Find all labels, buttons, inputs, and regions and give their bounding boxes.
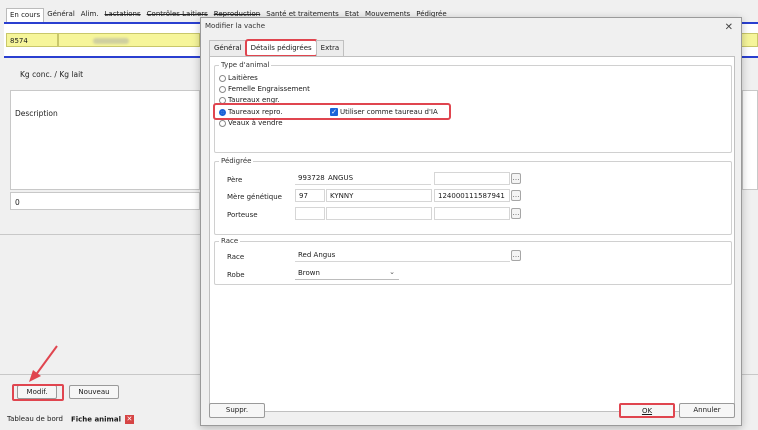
robe-value: Brown (298, 269, 320, 277)
porteuse-code-field[interactable] (295, 207, 325, 220)
pere-lookup-button[interactable]: … (511, 173, 521, 184)
suppr-button-label: Suppr. (225, 406, 249, 414)
nouveau-button[interactable]: Nouveau (69, 385, 119, 399)
type-animal-group: Type d'animal Laitières Femelle Engraiss… (213, 61, 732, 153)
pere-code-field[interactable]: 993728 (295, 172, 325, 185)
radio-femelle-engraissement[interactable]: Femelle Engraissement (219, 85, 310, 93)
tab-en-cours[interactable]: En cours (6, 8, 45, 23)
dialog-tab-bar: Général Détails pédigrées Extra (209, 39, 345, 57)
dialog-title: Modifier la vache (205, 22, 266, 30)
dialog-tab-details-pedigrees[interactable]: Détails pédigrées (244, 39, 318, 57)
annuler-button-label: Annuler (693, 406, 721, 414)
radio-veaux-a-vendre[interactable]: Veaux à vendre (219, 119, 283, 127)
tab-tableau-de-bord[interactable]: Tableau de bord (7, 415, 63, 423)
ok-button[interactable]: OK (619, 403, 675, 418)
nouveau-button-label: Nouveau (78, 388, 110, 396)
annotation-arrow (29, 345, 58, 382)
kg-conc-label: Kg conc. / Kg lait (20, 70, 84, 79)
race-lookup-button[interactable]: … (511, 250, 521, 261)
divider (0, 234, 200, 235)
animal-name-field-blurred[interactable] (58, 33, 200, 47)
radio-icon[interactable] (219, 74, 226, 82)
dialog-tab-general[interactable]: Général (209, 40, 247, 56)
dialog-body: Type d'animal Laitières Femelle Engraiss… (209, 56, 735, 412)
suppr-button[interactable]: Suppr. (209, 403, 265, 418)
pere-id-field[interactable] (434, 172, 510, 185)
radio-label: Laitières (228, 74, 258, 82)
dialog-tab-extra[interactable]: Extra (315, 40, 345, 56)
mere-name-field[interactable]: KYNNY (326, 189, 432, 202)
mere-code-field[interactable]: 97 (295, 189, 325, 202)
race-group: Race Race Red Angus … Robe Brown ⌄ (214, 237, 732, 285)
race-label: Race (227, 253, 245, 261)
radio-label: Femelle Engraissement (228, 85, 310, 93)
porteuse-lookup-button[interactable]: … (511, 208, 521, 219)
zero-value: 0 (15, 198, 20, 207)
description-panel[interactable]: Description (10, 90, 200, 190)
tab-lactations[interactable]: Lactations (102, 8, 144, 23)
modif-highlight (12, 384, 64, 401)
blurred-text (93, 38, 129, 44)
tab-alim[interactable]: Alim. (78, 8, 102, 23)
value-field[interactable]: 0 (10, 192, 200, 210)
description-panel-right (742, 90, 758, 190)
mere-genetique-label: Mère génétique (227, 193, 282, 201)
pere-name-field[interactable]: ANGUS (325, 172, 431, 185)
description-label: Description (15, 109, 58, 118)
annuler-button[interactable]: Annuler (679, 403, 735, 418)
mere-lookup-button[interactable]: … (511, 190, 521, 201)
radio-icon[interactable] (219, 85, 226, 93)
radio-icon[interactable] (219, 119, 226, 127)
modifier-vache-dialog: Modifier la vache ✕ Général Détails pédi… (200, 17, 742, 426)
tab-fiche-animal[interactable]: Fiche animal ✕ (70, 414, 134, 424)
pedigree-title: Pédigrée (219, 157, 254, 165)
mere-id-field[interactable]: 124000111587941 (434, 189, 510, 202)
chevron-down-icon: ⌄ (389, 268, 395, 276)
tab-general[interactable]: Général (44, 8, 78, 23)
ok-button-label: OK (641, 407, 653, 415)
radio-label: Veaux à vendre (228, 119, 283, 127)
type-animal-highlight (213, 103, 451, 120)
animal-id-field[interactable]: 8574 (6, 33, 58, 47)
porteuse-label: Porteuse (227, 211, 258, 219)
porteuse-name-field[interactable] (326, 207, 432, 220)
porteuse-id-field[interactable] (434, 207, 510, 220)
robe-select[interactable]: Brown ⌄ (295, 267, 399, 280)
tab-fiche-animal-label: Fiche animal (70, 415, 121, 423)
close-tab-icon[interactable]: ✕ (124, 414, 134, 424)
race-title: Race (219, 237, 241, 245)
type-animal-title: Type d'animal (219, 61, 272, 69)
close-icon[interactable]: ✕ (725, 22, 733, 33)
race-field[interactable]: Red Angus (295, 249, 510, 262)
robe-label: Robe (227, 271, 245, 279)
pedigree-group: Pédigrée Père 993728 ANGUS … Mère généti… (214, 157, 732, 235)
pere-label: Père (227, 176, 243, 184)
radio-laitieres[interactable]: Laitières (219, 74, 258, 82)
